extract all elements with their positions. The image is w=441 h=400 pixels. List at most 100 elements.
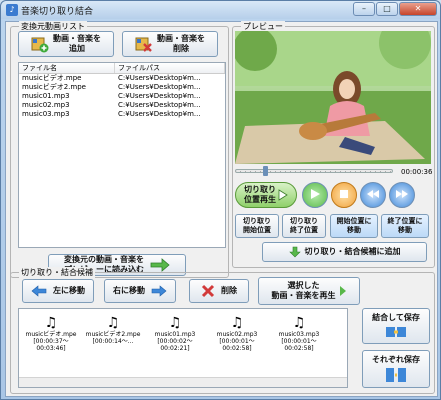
item-name: music03.mp3 — [278, 331, 320, 338]
add-media-button[interactable]: 動画・音楽を 追加 — [18, 31, 114, 57]
seek-bar[interactable] — [235, 166, 393, 176]
timecode: 00:00:36 — [401, 168, 433, 176]
column-filename[interactable]: ファイル名 — [19, 63, 115, 73]
delete-icon — [201, 284, 215, 298]
play-icon — [309, 188, 321, 202]
file-list-header: ファイル名 ファイルパス — [19, 63, 225, 74]
table-cell: C:¥Users¥Desktop¥m... — [118, 101, 201, 109]
list-item[interactable]: ♫ musicビデオ.mpe [00:00:37〜00:03:46] — [21, 315, 81, 352]
play-icon — [339, 285, 347, 297]
table-row[interactable]: music02.mp3 C:¥Users¥Desktop¥m... — [19, 101, 225, 110]
item-name: music02.mp3 — [216, 331, 258, 338]
list-item[interactable]: ♫ music01.mp3 [00:00:02〜00:02:21] — [145, 315, 205, 352]
cut-start-label: 切り取り 開始位置 — [243, 217, 271, 234]
arrow-down-icon — [288, 246, 301, 258]
title-bar[interactable]: ♪ 音楽切り取り結合 – □ ✕ — [1, 1, 440, 19]
stop-button[interactable] — [331, 182, 357, 208]
column-filepath[interactable]: ファイルパス — [115, 63, 225, 73]
rewind-button[interactable] — [360, 182, 386, 208]
play-button[interactable] — [302, 182, 328, 208]
client-area: 変換元動画リスト 動画・音楽を 追加 動画・音楽を 削除 ファイル名 ファイルパ… — [5, 21, 438, 397]
cut-end-label: 切り取り 終了位置 — [290, 217, 318, 234]
remove-media-button[interactable]: 動画・音楽を 削除 — [122, 31, 218, 57]
table-cell: C:¥Users¥Desktop¥m... — [118, 83, 201, 91]
music-note-icon: ♫ — [292, 315, 306, 331]
item-name: music01.mp3 — [154, 331, 196, 338]
item-name: musicビデオ2.mpe — [85, 331, 141, 338]
table-cell: C:¥Users¥Desktop¥m... — [118, 110, 201, 118]
item-range: [00:00:01〜00:02:58] — [219, 338, 255, 352]
play-icon — [278, 189, 288, 201]
horizontal-scrollbar[interactable] — [19, 377, 347, 387]
add-media-icon — [31, 35, 49, 53]
music-note-icon: ♫ — [44, 315, 58, 331]
table-row[interactable]: musicビデオ.mpe C:¥Users¥Desktop¥m... — [19, 74, 225, 83]
seek-thumb[interactable] — [263, 166, 268, 176]
fast-forward-icon — [395, 189, 409, 201]
add-candidates-label: 切り取り・結合候補に追加 — [304, 247, 401, 256]
music-note-icon: ♫ — [230, 315, 244, 331]
join-save-label: 結合して保存 — [372, 313, 420, 322]
each-save-label: それぞれ保存 — [372, 355, 420, 364]
remove-media-label: 動画・音楽を 削除 — [157, 34, 205, 53]
move-end-button[interactable]: 終了位置に 移動 — [381, 214, 429, 238]
table-cell: C:¥Users¥Desktop¥m... — [118, 74, 201, 82]
arrow-right-icon — [150, 258, 170, 272]
table-cell: C:¥Users¥Desktop¥m... — [118, 92, 201, 100]
candidates-list[interactable]: ♫ musicビデオ.mpe [00:00:37〜00:03:46] ♫ mus… — [18, 308, 348, 388]
table-cell: musicビデオ2.mpe — [22, 83, 86, 91]
minimize-button[interactable]: – — [353, 2, 375, 16]
item-range: [00:00:14〜... — [92, 338, 134, 345]
item-name: musicビデオ.mpe — [25, 331, 77, 338]
table-row[interactable]: music03.mp3 C:¥Users¥Desktop¥m... — [19, 110, 225, 119]
cut-start-button[interactable]: 切り取り 開始位置 — [235, 214, 279, 238]
delete-label: 削除 — [221, 286, 237, 295]
music-note-icon: ♫ — [168, 315, 182, 331]
add-candidates-button[interactable]: 切り取り・結合候補に追加 — [262, 242, 427, 262]
item-range: [00:00:01〜00:02:58] — [281, 338, 317, 352]
move-left-label: 左に移動 — [53, 286, 85, 295]
table-cell: music01.mp3 — [22, 92, 70, 100]
play-selected-button[interactable]: 選択した 動画・音楽を再生 — [258, 277, 360, 305]
table-cell: music02.mp3 — [22, 101, 70, 109]
join-save-icon — [385, 325, 407, 339]
each-save-button[interactable]: それぞれ保存 — [362, 350, 430, 388]
arrow-right-icon — [151, 285, 167, 297]
list-item[interactable]: ♫ musicビデオ2.mpe [00:00:14〜... — [83, 315, 143, 345]
move-left-button[interactable]: 左に移動 — [22, 279, 94, 303]
item-range: [00:00:37〜00:03:46] — [33, 338, 69, 352]
app-window: ♪ 音楽切り取り結合 – □ ✕ 変換元動画リスト 動画・音楽を 追加 動画・音… — [0, 0, 441, 400]
item-range: [00:00:02〜00:02:21] — [157, 338, 193, 352]
fast-forward-button[interactable] — [389, 182, 415, 208]
move-right-label: 右に移動 — [113, 286, 145, 295]
list-item[interactable]: ♫ music02.mp3 [00:00:01〜00:02:58] — [207, 315, 267, 352]
maximize-button[interactable]: □ — [376, 2, 398, 16]
source-file-list[interactable]: ファイル名 ファイルパス musicビデオ.mpe C:¥Users¥Deskto… — [18, 62, 226, 248]
window-title: 音楽切り取り結合 — [21, 7, 94, 17]
table-row[interactable]: music01.mp3 C:¥Users¥Desktop¥m... — [19, 92, 225, 101]
join-save-button[interactable]: 結合して保存 — [362, 308, 430, 344]
list-item[interactable]: ♫ music03.mp3 [00:00:01〜00:02:58] — [269, 315, 329, 352]
cut-play-button[interactable]: 切り取り 位置再生 — [235, 182, 297, 208]
app-icon: ♪ — [6, 4, 18, 16]
play-selected-label: 選択した 動画・音楽を再生 — [271, 281, 336, 300]
cut-end-button[interactable]: 切り取り 終了位置 — [282, 214, 326, 238]
preview-video — [235, 31, 431, 164]
cut-play-label: 切り取り 位置再生 — [244, 185, 276, 204]
table-cell: musicビデオ.mpe — [22, 74, 82, 82]
move-end-label: 終了位置に 移動 — [387, 217, 423, 234]
close-button[interactable]: ✕ — [399, 2, 437, 16]
rewind-icon — [366, 189, 380, 201]
each-save-icon — [385, 367, 407, 383]
delete-button[interactable]: 削除 — [189, 279, 249, 303]
music-note-icon: ♫ — [106, 315, 120, 331]
add-media-label: 動画・音楽を 追加 — [53, 34, 101, 53]
table-row[interactable]: musicビデオ2.mpe C:¥Users¥Desktop¥m... — [19, 83, 225, 92]
move-start-label: 開始位置に 移動 — [336, 217, 372, 234]
candidates-group-label: 切り取り・結合候補 — [19, 267, 95, 278]
move-right-button[interactable]: 右に移動 — [104, 279, 176, 303]
remove-media-icon — [135, 35, 153, 53]
move-start-button[interactable]: 開始位置に 移動 — [330, 214, 378, 238]
arrow-left-icon — [31, 285, 47, 297]
stop-icon — [339, 189, 349, 201]
